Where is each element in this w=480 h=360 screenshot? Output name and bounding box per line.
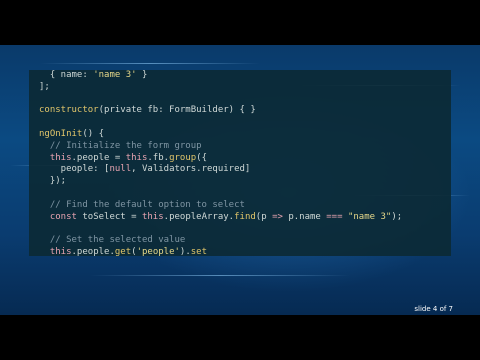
code-token: } <box>136 70 148 80</box>
code-token: ]; <box>39 81 50 92</box>
code-token: this <box>141 211 164 222</box>
code-line: }); <box>39 176 402 188</box>
code-line: this.people = this.fb.group({ <box>39 153 402 165</box>
code-token: , Validators.required] <box>131 164 251 175</box>
code-token: group <box>169 152 197 163</box>
code-token: // Initialize the form group <box>39 140 202 151</box>
code-line: ]; <box>39 82 402 94</box>
code-line: const toSelect = this.peopleArray.find(p… <box>39 212 402 224</box>
code-token: set <box>190 246 208 256</box>
code-token: // Find the default option to select <box>39 199 245 210</box>
code-token: "name 3" <box>347 211 392 222</box>
code-token: .people. <box>71 246 115 256</box>
code-token: (private fb: FormBuilder) { } <box>98 105 256 116</box>
code-token: ({ <box>196 152 208 163</box>
code-line: // Initialize the form group <box>39 141 402 153</box>
code-token: === <box>326 211 343 222</box>
code-token: ); <box>391 211 403 222</box>
code-token: get <box>114 246 132 256</box>
code-token: ). <box>179 246 191 256</box>
code-panel: { name: 'name 3' }]; constructor(private… <box>29 70 451 256</box>
code-token: .peopleArray. <box>163 211 235 222</box>
code-token: toSelect = <box>76 211 142 222</box>
code-token: this <box>39 246 72 256</box>
letterbox-bottom <box>0 315 480 360</box>
code-token: people: [ <box>39 164 110 175</box>
code-token: .fb. <box>147 152 170 163</box>
code-token: 'people' <box>136 246 180 256</box>
code-token: null <box>109 164 132 175</box>
code-token: => <box>272 211 283 222</box>
code-line: // Find the default option to select <box>39 200 402 212</box>
code-line: this.people.get('people').set <box>39 247 402 256</box>
code-line: ngOnInit() { <box>39 129 402 141</box>
code-line: people: [null, Validators.required] <box>39 164 402 176</box>
code-token: constructor <box>39 105 99 116</box>
video-frame: { name: 'name 3' }]; constructor(private… <box>0 0 480 360</box>
code-token: }); <box>39 176 67 187</box>
code-token: // Set the selected value <box>39 235 186 246</box>
code-token: (p <box>255 211 273 222</box>
code-token: p.name <box>282 211 327 222</box>
code-token: () { <box>82 128 105 139</box>
letterbox-top <box>0 0 480 45</box>
code-token: .people = <box>71 152 126 163</box>
code-token: const <box>39 211 77 222</box>
slide-counter: slide 4 of 7 <box>414 305 453 313</box>
code-token: this <box>39 152 72 163</box>
code-line: // Set the selected value <box>39 235 402 247</box>
code-line: constructor(private fb: FormBuilder) { } <box>39 105 402 117</box>
code-token: { name: <box>39 70 94 80</box>
code-token: this <box>125 152 148 163</box>
code-token: ngOnInit <box>39 128 83 139</box>
code-token: find <box>234 211 256 222</box>
code-block: { name: 'name 3' }]; constructor(private… <box>39 70 402 256</box>
code-line: { name: 'name 3' } <box>39 70 402 82</box>
code-token: 'name 3' <box>93 70 137 80</box>
